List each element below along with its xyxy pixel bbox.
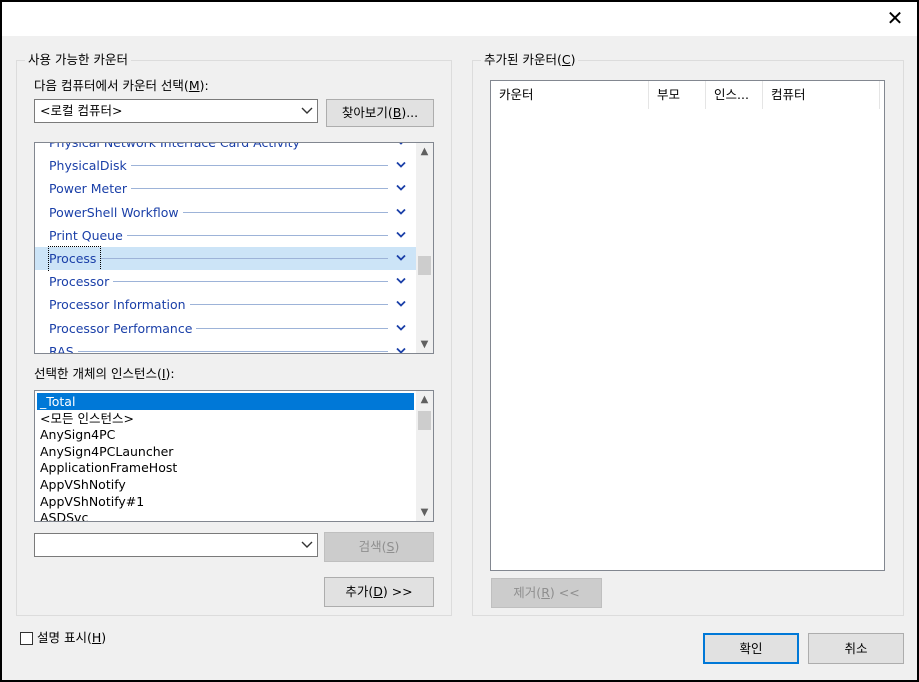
object-list-item[interactable]: Processor Information: [35, 293, 416, 317]
scroll-up-arrow-icon[interactable]: ▲: [416, 391, 433, 408]
object-list-item[interactable]: PhysicalDisk: [35, 154, 416, 178]
show-description-label[interactable]: 설명 표시(H): [37, 630, 106, 646]
instance-list-item[interactable]: ApplicationFrameHost: [37, 459, 414, 476]
object-name: Print Queue: [49, 223, 127, 247]
chevron-down-icon: [301, 107, 313, 114]
expand-chevron-icon[interactable]: [396, 208, 406, 216]
expand-chevron-icon[interactable]: [396, 277, 406, 285]
cancel-button[interactable]: 취소: [808, 633, 904, 664]
instance-list-item[interactable]: <모든 인스턴스>: [37, 410, 414, 427]
instance-list-item[interactable]: AnySign4PC: [37, 426, 414, 443]
chevron-down-icon: [301, 541, 313, 548]
column-header-parent[interactable]: 부모: [649, 81, 706, 109]
available-counters-title: 사용 가능한 카운터: [25, 52, 131, 68]
object-list-item[interactable]: RAS: [35, 339, 416, 354]
add-button[interactable]: 추가(D) >>: [324, 577, 434, 607]
expand-chevron-icon[interactable]: [396, 254, 406, 262]
object-list-item[interactable]: Processor Performance: [35, 316, 416, 340]
expand-chevron-icon[interactable]: [396, 300, 406, 308]
close-icon[interactable]: ✕: [885, 8, 905, 28]
added-counters-title: 추가된 카운터(C): [481, 52, 579, 68]
object-list-item[interactable]: Process: [35, 246, 416, 271]
scroll-down-arrow-icon[interactable]: ▼: [416, 336, 433, 353]
object-list-item[interactable]: Processor: [35, 270, 416, 294]
computer-combobox-value: <로컬 컴퓨터>: [40, 103, 123, 118]
title-bar: ✕: [2, 2, 917, 36]
scroll-up-arrow-icon[interactable]: ▲: [416, 143, 433, 160]
instance-list-item[interactable]: AppVShNotify#1: [37, 493, 414, 510]
instance-list-item[interactable]: _Total: [37, 393, 414, 410]
object-name: Processor: [49, 270, 114, 294]
ok-button[interactable]: 확인: [703, 633, 799, 664]
expand-chevron-icon[interactable]: [396, 184, 406, 192]
scroll-thumb[interactable]: [418, 256, 431, 275]
expand-chevron-icon[interactable]: [396, 142, 406, 146]
expand-chevron-icon[interactable]: [396, 231, 406, 239]
object-name: Physical Network Interface Card Activity: [49, 143, 304, 154]
search-combobox[interactable]: [34, 533, 318, 557]
remove-button[interactable]: 제거(R) <<: [491, 578, 602, 608]
object-list-item[interactable]: Physical Network Interface Card Activity: [35, 142, 416, 154]
object-list-item[interactable]: PowerShell Workflow: [35, 200, 416, 224]
object-name: Processor Information: [49, 293, 190, 317]
object-list-item[interactable]: Power Meter: [35, 177, 416, 201]
added-counters-listview[interactable]: 카운터 부모 인스... 컴퓨터: [490, 80, 885, 571]
object-name: Process: [47, 246, 102, 271]
instance-list-item[interactable]: AnySign4PCLauncher: [37, 443, 414, 460]
search-button[interactable]: 검색(S): [324, 532, 434, 562]
object-row-divider: [49, 350, 388, 352]
instance-list-item[interactable]: ASDSvc: [37, 509, 414, 521]
object-name: Processor Performance: [49, 316, 197, 340]
expand-chevron-icon[interactable]: [396, 347, 406, 354]
computer-combobox[interactable]: <로컬 컴퓨터>: [34, 99, 318, 123]
column-header-instance[interactable]: 인스...: [706, 81, 763, 109]
computer-select-label: 다음 컴퓨터에서 카운터 선택(M):: [34, 78, 209, 93]
object-name: RAS: [49, 339, 78, 353]
instances-label: 선택한 개체의 인스턴스(I):: [34, 366, 175, 381]
expand-chevron-icon[interactable]: [396, 324, 406, 332]
object-list-item[interactable]: Print Queue: [35, 223, 416, 247]
scroll-down-arrow-icon[interactable]: ▼: [416, 504, 433, 521]
expand-chevron-icon[interactable]: [396, 161, 406, 169]
instances-list-scrollbar[interactable]: ▲ ▼: [416, 391, 433, 521]
instances-list[interactable]: _Total <모든 인스턴스> AnySign4PC AnySign4PCLaunc…: [34, 390, 434, 522]
column-header-computer[interactable]: 컴퓨터: [763, 81, 880, 109]
object-name: PowerShell Workflow: [49, 200, 183, 224]
scroll-thumb[interactable]: [418, 411, 431, 430]
object-name: Power Meter: [49, 177, 131, 201]
object-name: PhysicalDisk: [49, 154, 131, 178]
show-description-checkbox[interactable]: [20, 632, 33, 645]
browse-button[interactable]: 찾아보기(B)...: [326, 99, 434, 127]
column-header-counter[interactable]: 카운터: [491, 81, 649, 109]
add-counters-dialog: ✕ 사용 가능한 카운터 다음 컴퓨터에서 카운터 선택(M): <로컬 컴퓨터…: [0, 0, 919, 682]
object-list-scrollbar[interactable]: ▲ ▼: [416, 143, 433, 353]
performance-object-list[interactable]: Physical Network Interface Card Activity…: [34, 142, 434, 354]
instance-list-item[interactable]: AppVShNotify: [37, 476, 414, 493]
